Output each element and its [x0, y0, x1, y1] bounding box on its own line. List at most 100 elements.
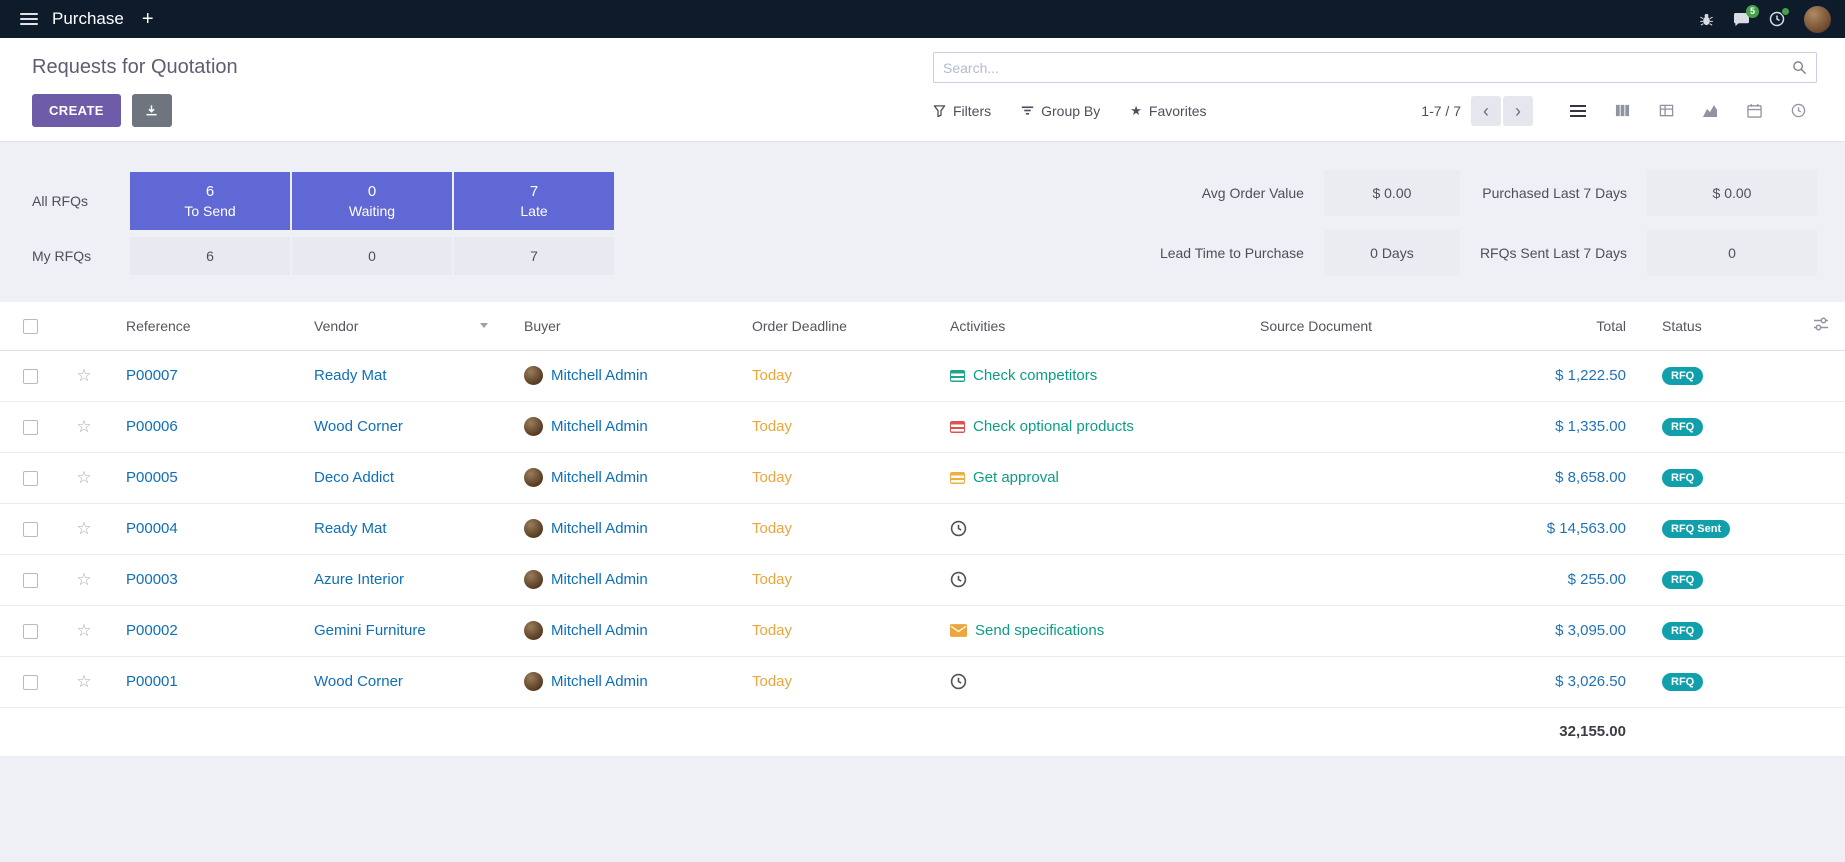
- header-status[interactable]: Status: [1644, 302, 1796, 350]
- header-activities[interactable]: Activities: [932, 302, 1242, 350]
- buyer-avatar: [524, 672, 543, 691]
- reference-link[interactable]: P00001: [126, 673, 178, 690]
- activity-list-icon[interactable]: [950, 421, 965, 433]
- activity-list-icon[interactable]: [950, 370, 965, 382]
- stat-label-lead-time: Lead Time to Purchase: [1160, 245, 1304, 261]
- list-view-icon[interactable]: [1559, 96, 1597, 126]
- activity-view-icon[interactable]: [1779, 96, 1817, 126]
- activities-clock-icon[interactable]: [1769, 11, 1785, 27]
- menu-icon[interactable]: [20, 13, 38, 25]
- activity-label[interactable]: Send specifications: [975, 622, 1104, 639]
- row-checkbox[interactable]: [23, 522, 38, 537]
- kpi-tile-my-late[interactable]: 7: [454, 237, 614, 275]
- reference-link[interactable]: P00004: [126, 520, 178, 537]
- filters-label: Filters: [953, 103, 991, 119]
- vendor-link[interactable]: Ready Mat: [314, 520, 387, 537]
- buyer-link[interactable]: Mitchell Admin: [551, 673, 648, 690]
- filter-funnel-icon: [933, 104, 946, 117]
- activity-list-icon[interactable]: [950, 472, 965, 484]
- filters-button[interactable]: Filters: [933, 103, 991, 119]
- activity-clock-icon[interactable]: [950, 520, 967, 537]
- header-source-document[interactable]: Source Document: [1242, 302, 1474, 350]
- header-vendor[interactable]: Vendor: [296, 302, 506, 350]
- table-row[interactable]: ☆ P00002 Gemini Furniture Mitchell Admin…: [0, 605, 1845, 656]
- reference-link[interactable]: P00007: [126, 367, 178, 384]
- user-avatar[interactable]: [1804, 6, 1831, 33]
- kpi-tile-waiting[interactable]: 0 Waiting: [292, 172, 452, 230]
- favorite-star-icon[interactable]: ☆: [76, 672, 91, 691]
- calendar-view-icon[interactable]: [1735, 96, 1773, 126]
- table-row[interactable]: ☆ P00007 Ready Mat Mitchell Admin Today …: [0, 350, 1845, 401]
- buyer-link[interactable]: Mitchell Admin: [551, 622, 648, 639]
- favorite-star-icon[interactable]: ☆: [76, 417, 91, 436]
- app-menu-button[interactable]: Purchase: [52, 9, 124, 29]
- graph-view-icon[interactable]: [1691, 96, 1729, 126]
- row-checkbox[interactable]: [23, 471, 38, 486]
- favorite-star-icon[interactable]: ☆: [76, 621, 91, 640]
- buyer-avatar: [524, 570, 543, 589]
- vendor-link[interactable]: Wood Corner: [314, 673, 403, 690]
- favorite-star-icon[interactable]: ☆: [76, 366, 91, 385]
- activity-clock-icon[interactable]: [950, 673, 967, 690]
- kpi-tile-to-send[interactable]: 6 To Send: [130, 172, 290, 230]
- chevron-down-icon: [480, 323, 488, 328]
- favorite-star-icon[interactable]: ☆: [76, 570, 91, 589]
- favorite-star-icon[interactable]: ☆: [76, 519, 91, 538]
- buyer-link[interactable]: Mitchell Admin: [551, 469, 648, 486]
- search-input[interactable]: [943, 60, 1792, 76]
- group-by-button[interactable]: Group By: [1021, 103, 1100, 119]
- debug-bug-icon[interactable]: [1699, 12, 1714, 27]
- export-button[interactable]: [132, 94, 172, 127]
- create-button[interactable]: CREATE: [32, 94, 121, 127]
- vendor-link[interactable]: Gemini Furniture: [314, 622, 426, 639]
- kpi-tile-my-waiting[interactable]: 0: [292, 237, 452, 275]
- search-icon[interactable]: [1792, 60, 1807, 75]
- reference-link[interactable]: P00006: [126, 418, 178, 435]
- activity-clock-icon[interactable]: [950, 571, 967, 588]
- header-reference[interactable]: Reference: [108, 302, 296, 350]
- total-amount: $ 3,026.50: [1555, 673, 1626, 690]
- buyer-link[interactable]: Mitchell Admin: [551, 367, 648, 384]
- buyer-link[interactable]: Mitchell Admin: [551, 520, 648, 537]
- pager-next-button[interactable]: ›: [1503, 96, 1533, 126]
- buyer-link[interactable]: Mitchell Admin: [551, 418, 648, 435]
- activity-label[interactable]: Check competitors: [973, 367, 1097, 384]
- favorite-star-icon[interactable]: ☆: [76, 468, 91, 487]
- activity-label[interactable]: Check optional products: [973, 418, 1134, 435]
- select-all-checkbox[interactable]: [23, 319, 38, 334]
- buyer-link[interactable]: Mitchell Admin: [551, 571, 648, 588]
- pager-previous-button[interactable]: ‹: [1471, 96, 1501, 126]
- new-tab-plus-icon[interactable]: +: [142, 9, 154, 29]
- vendor-link[interactable]: Ready Mat: [314, 367, 387, 384]
- stat-label-rfqs-sent-last-7-days: RFQs Sent Last 7 Days: [1480, 245, 1627, 261]
- row-checkbox[interactable]: [23, 369, 38, 384]
- kpi-tile-late[interactable]: 7 Late: [454, 172, 614, 230]
- row-checkbox[interactable]: [23, 573, 38, 588]
- header-buyer[interactable]: Buyer: [506, 302, 734, 350]
- activity-envelope-icon[interactable]: [950, 624, 967, 637]
- table-row[interactable]: ☆ P00004 Ready Mat Mitchell Admin Today …: [0, 503, 1845, 554]
- vendor-link[interactable]: Azure Interior: [314, 571, 404, 588]
- table-row[interactable]: ☆ P00005 Deco Addict Mitchell Admin Toda…: [0, 452, 1845, 503]
- status-badge: RFQ: [1662, 418, 1703, 436]
- reference-link[interactable]: P00002: [126, 622, 178, 639]
- kpi-tile-my-to-send[interactable]: 6: [130, 237, 290, 275]
- header-order-deadline[interactable]: Order Deadline: [734, 302, 932, 350]
- pivot-view-icon[interactable]: [1647, 96, 1685, 126]
- vendor-link[interactable]: Wood Corner: [314, 418, 403, 435]
- vendor-link[interactable]: Deco Addict: [314, 469, 394, 486]
- table-row[interactable]: ☆ P00006 Wood Corner Mitchell Admin Toda…: [0, 401, 1845, 452]
- header-total[interactable]: Total: [1474, 302, 1644, 350]
- table-row[interactable]: ☆ P00003 Azure Interior Mitchell Admin T…: [0, 554, 1845, 605]
- reference-link[interactable]: P00005: [126, 469, 178, 486]
- optional-columns-icon[interactable]: [1813, 316, 1829, 332]
- table-row[interactable]: ☆ P00001 Wood Corner Mitchell Admin Toda…: [0, 656, 1845, 707]
- reference-link[interactable]: P00003: [126, 571, 178, 588]
- row-checkbox[interactable]: [23, 624, 38, 639]
- favorites-button[interactable]: ★ Favorites: [1130, 103, 1206, 119]
- row-checkbox[interactable]: [23, 675, 38, 690]
- row-checkbox[interactable]: [23, 420, 38, 435]
- kanban-view-icon[interactable]: [1603, 96, 1641, 126]
- messages-icon[interactable]: 5: [1733, 12, 1750, 27]
- activity-label[interactable]: Get approval: [973, 469, 1059, 486]
